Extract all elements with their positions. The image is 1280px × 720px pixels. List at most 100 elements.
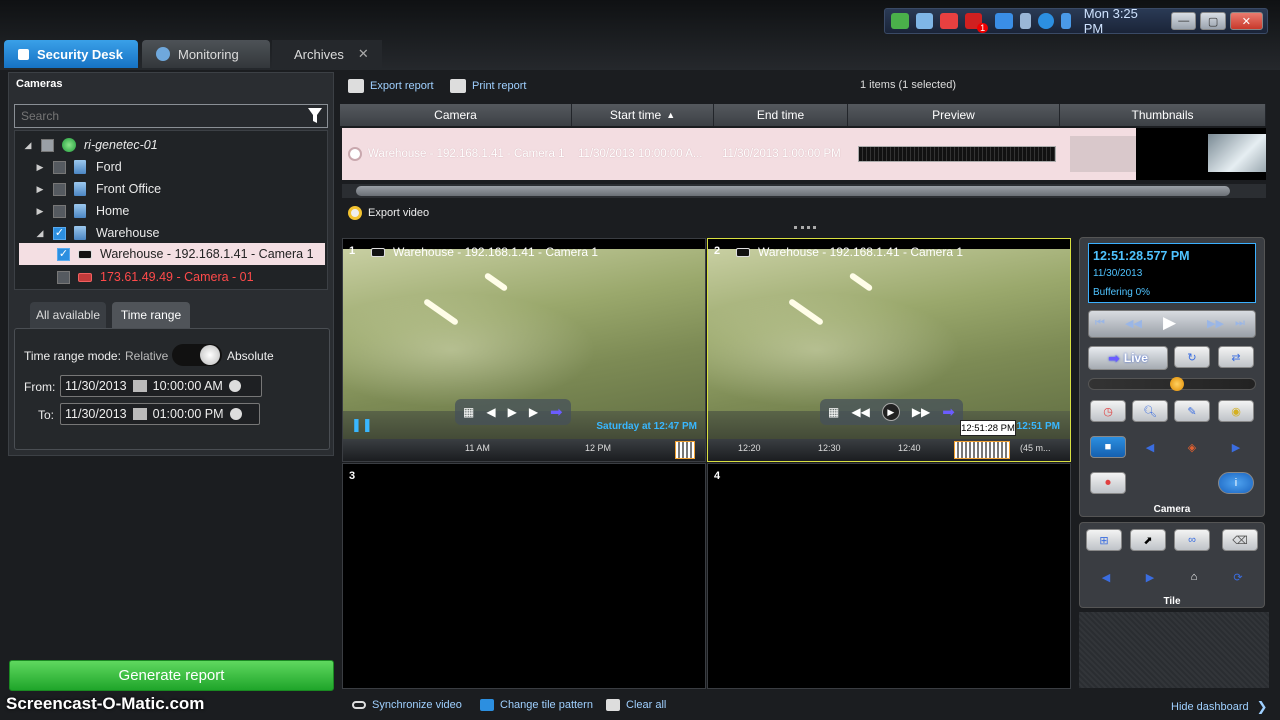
skip-start-icon[interactable]: ⏮ (1095, 317, 1105, 330)
video-tile-2[interactable]: 2 Warehouse - 192.168.1.41 - Camera 1 ▦ … (707, 238, 1071, 462)
tab-time-range[interactable]: Time range (112, 302, 190, 328)
screen-icon[interactable] (995, 13, 1013, 29)
tile-refresh-button[interactable]: ⟳ (1220, 566, 1256, 588)
filter-icon[interactable] (308, 108, 322, 124)
fast-forward-icon[interactable]: ▶▶ (912, 405, 930, 419)
column-preview[interactable]: Preview (848, 104, 1060, 126)
checkbox[interactable] (53, 182, 66, 196)
from-date[interactable]: 11/30/2013 (65, 379, 127, 393)
tab-archives[interactable]: Archives ✕ (272, 40, 382, 68)
alert-icon[interactable]: 1 (964, 13, 989, 33)
phone-icon[interactable] (1060, 13, 1071, 29)
print-report-button[interactable]: Print report (450, 79, 526, 93)
checkbox[interactable] (53, 160, 66, 174)
toggle-knob[interactable] (200, 345, 220, 365)
play-icon[interactable]: ▶ (881, 403, 900, 421)
tab-all-available[interactable]: All available (30, 302, 106, 328)
checkbox[interactable] (53, 204, 66, 218)
change-tile-pattern-button[interactable]: Change tile pattern (480, 699, 593, 711)
generate-report-button[interactable]: Generate report (9, 660, 334, 691)
pause-icon[interactable]: ❚❚ (351, 417, 373, 433)
skip-end-icon[interactable]: ⏭ (1235, 317, 1245, 330)
expand-icon[interactable]: ▶ (35, 184, 45, 195)
ptz-button[interactable]: ✎ (1174, 400, 1210, 422)
step-back-icon[interactable]: ◀︎ (486, 405, 495, 419)
tree-item-front-office[interactable]: ▶ Front Office (35, 178, 161, 200)
globe-icon[interactable] (1038, 13, 1054, 29)
filmstrip-icon[interactable]: ▦ (828, 405, 839, 419)
column-thumbnails[interactable]: Thumbnails (1060, 104, 1266, 126)
tile-link-button[interactable]: ∞ (1174, 529, 1210, 551)
checkbox[interactable] (57, 270, 70, 284)
clock-icon[interactable] (228, 380, 241, 392)
timeline[interactable]: 11 AM 12 PM (343, 439, 705, 461)
export-video-button[interactable]: Export video (348, 206, 429, 220)
video-tile-1[interactable]: 1 Warehouse - 192.168.1.41 - Camera 1 ▦ … (342, 238, 706, 462)
export-report-button[interactable]: Export report (348, 79, 434, 93)
thumbnail[interactable] (1208, 134, 1266, 172)
column-start-time[interactable]: Start time ▲ (572, 104, 714, 126)
jump-live-icon[interactable]: ➡ (942, 403, 955, 421)
minimize-button[interactable]: — (1171, 12, 1197, 30)
video-tile-4[interactable]: 4 (707, 463, 1071, 689)
play-icon[interactable]: ▶ (508, 405, 517, 419)
checkbox-checked[interactable] (57, 247, 70, 261)
next-camera-button[interactable]: ▶ (1218, 436, 1254, 458)
tree-item-camera-offline[interactable]: 173.61.49.49 - Camera - 01 (57, 266, 254, 288)
preview-strip[interactable] (858, 146, 1056, 162)
previous-camera-button[interactable]: ◀ (1132, 436, 1168, 458)
tree-item-warehouse[interactable]: ◢ Warehouse (35, 222, 159, 244)
rewind-icon[interactable]: ◀◀ (851, 405, 869, 419)
filmstrip-icon[interactable]: ▦ (463, 405, 474, 419)
bookmark-button[interactable]: ◉ (1218, 400, 1254, 422)
from-datetime[interactable]: 11/30/2013 10:00:00 AM (60, 375, 262, 397)
maximize-button[interactable]: ▢ (1200, 12, 1226, 30)
alarm-button[interactable]: ⏺ (1090, 472, 1126, 494)
video-tile-3[interactable]: 3 (342, 463, 706, 689)
tree-item-root[interactable]: ◢ ri-genetec-01 (23, 134, 158, 156)
tile-back-button[interactable]: ◀ (1088, 566, 1124, 588)
snapshot-button[interactable]: ◈ (1174, 436, 1210, 458)
timeline[interactable]: 12:20 12:30 12:40 (45 m... (708, 439, 1070, 461)
sync-button[interactable]: ⇄ (1218, 346, 1254, 368)
fit-tile-button[interactable]: ⊞ (1086, 529, 1122, 551)
zoom-button[interactable]: 🔍︎ (1132, 400, 1168, 422)
live-button[interactable]: ➡ Live (1088, 346, 1168, 370)
fast-forward-icon[interactable]: ▶▶ (1207, 317, 1224, 330)
flag-icon[interactable] (940, 13, 958, 29)
network-icon[interactable] (891, 13, 909, 29)
playback-marker[interactable] (954, 441, 1010, 459)
column-camera[interactable]: Camera (340, 104, 572, 126)
from-time[interactable]: 10:00:00 AM (153, 379, 223, 393)
hide-dashboard-button[interactable]: Hide dashboard ❯ (1171, 699, 1268, 715)
stop-button[interactable]: ■ (1090, 436, 1126, 458)
info-button[interactable]: i (1218, 472, 1254, 494)
to-time[interactable]: 01:00:00 PM (153, 407, 224, 421)
calendar-icon[interactable] (132, 408, 147, 420)
play-icon[interactable]: ▶ (1163, 313, 1176, 333)
tree-item-ford[interactable]: ▶ Ford (35, 156, 122, 178)
clear-all-button[interactable]: Clear all (606, 699, 666, 711)
step-forward-icon[interactable]: ▶︎ (529, 405, 538, 419)
close-button[interactable]: ✕ (1229, 12, 1263, 30)
collapse-icon[interactable]: ◢ (35, 228, 45, 239)
to-datetime[interactable]: 11/30/2013 01:00:00 PM (60, 403, 260, 425)
synchronize-video-button[interactable]: Synchronize video (352, 699, 462, 711)
tile-forward-button[interactable]: ▶ (1132, 566, 1168, 588)
close-tab-icon[interactable]: ✕ (358, 46, 369, 62)
loop-button[interactable]: ↻ (1174, 346, 1210, 368)
monitor-icon[interactable] (915, 13, 934, 29)
tree-item-camera-1[interactable]: Warehouse - 192.168.1.41 - Camera 1 (19, 243, 325, 265)
search-input[interactable] (14, 104, 328, 128)
splitter-grip[interactable] (794, 226, 816, 232)
checkbox-checked[interactable] (53, 226, 66, 240)
calendar-icon[interactable] (132, 380, 147, 392)
tab-security-desk[interactable]: Security Desk (4, 40, 138, 68)
tile-home-button[interactable]: ⌂ (1176, 566, 1212, 588)
thumbnail[interactable] (1070, 136, 1136, 172)
volume-icon[interactable] (1019, 13, 1032, 29)
tab-monitoring[interactable]: Monitoring (142, 40, 270, 68)
speed-slider-thumb[interactable] (1169, 377, 1184, 391)
collapse-icon[interactable]: ◢ (23, 140, 33, 151)
clear-tile-button[interactable]: ⌫ (1222, 529, 1258, 551)
